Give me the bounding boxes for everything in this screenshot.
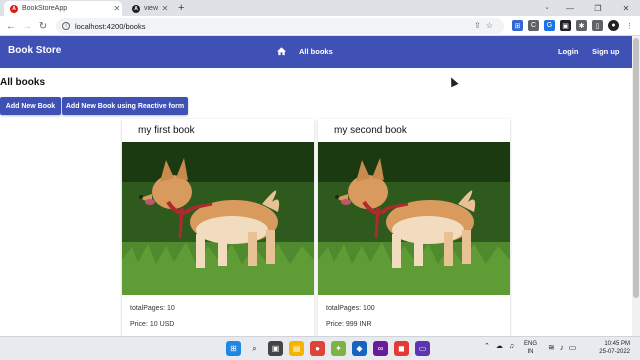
language-code: ENG [524, 341, 538, 347]
chevron-down-icon[interactable]: ⌄ [544, 3, 550, 11]
app-icon[interactable]: ◼ [394, 341, 409, 356]
scrollbar-thumb[interactable] [633, 38, 639, 298]
book-price: Price: 999 INR [326, 321, 372, 328]
book-cover-image [318, 142, 510, 295]
tab-title: view - [144, 5, 160, 12]
close-icon[interactable]: ✕ [160, 4, 170, 13]
region-code: IN [527, 349, 534, 355]
file-explorer-icon[interactable]: ▤ [289, 341, 304, 356]
clock-date: 25-07-2022 [599, 349, 630, 355]
minimize-button[interactable]: — [556, 0, 584, 16]
book-title: my first book [138, 125, 195, 136]
page-scrollbar[interactable] [632, 36, 640, 336]
window-controls: — ❐ ✕ [556, 0, 640, 16]
visual-studio-icon[interactable]: ∞ [373, 341, 388, 356]
book-card[interactable]: my second book totalPages: 100 Price: 99 [318, 119, 510, 339]
windows-start-icon[interactable]: ⊞ [226, 341, 241, 356]
reload-icon[interactable]: ↻ [36, 19, 50, 33]
extension-icon[interactable]: C [528, 20, 539, 31]
brand-title[interactable]: Book Store [8, 45, 61, 56]
address-bar[interactable]: i localhost:4200/books ⇪☆ [56, 18, 504, 34]
book-card[interactable]: my first book totalPages: 10 Price: 10 U [122, 119, 314, 339]
angular-icon: A [10, 4, 18, 13]
new-tab-button[interactable]: + [178, 2, 184, 14]
home-icon[interactable] [276, 46, 287, 57]
volume-icon[interactable]: ♪ [560, 343, 564, 352]
restore-button[interactable]: ❐ [584, 0, 612, 16]
page-title: All books [0, 77, 46, 88]
book-cover-image [122, 142, 314, 295]
share-star-icons[interactable]: ⇪☆ [474, 21, 498, 30]
close-window-button[interactable]: ✕ [612, 0, 640, 16]
angular-icon: A [132, 4, 140, 13]
avatar[interactable]: ● [608, 20, 619, 31]
terminal-icon[interactable]: ▭ [415, 341, 430, 356]
windows-taskbar: ⊞ ⌕ ▣ ▤ ● ✦ ◆ ∞ ◼ ▭ ⌃ ☁ ♫ ENG IN ≋ ♪ ▭ 1… [0, 336, 640, 360]
info-icon[interactable]: i [62, 22, 70, 30]
extension-icons: ⊞ C G ▣ ✱ ▯ ● ⋮ [512, 20, 635, 31]
browser-tab-bar: A BookStoreApp ✕ A view - ✕ + ⌄ — ❐ ✕ [0, 0, 640, 16]
extension-icon[interactable]: ⊞ [512, 20, 523, 31]
signup-link[interactable]: Sign up [592, 47, 620, 56]
forward-arrow-icon[interactable]: → [20, 19, 34, 33]
url-text: localhost:4200/books [75, 21, 146, 31]
book-title: my second book [334, 125, 407, 136]
puzzle-icon[interactable]: ✱ [576, 20, 587, 31]
taskbar-apps: ⊞ ⌕ ▣ ▤ ● ✦ ◆ ∞ ◼ ▭ [226, 341, 430, 356]
battery-icon[interactable]: ▭ [569, 343, 577, 352]
add-new-book-reactive-button[interactable]: Add New Book using Reactive form [62, 97, 188, 115]
back-arrow-icon[interactable]: ← [4, 19, 18, 33]
close-icon[interactable]: ✕ [112, 4, 122, 13]
translate-icon[interactable]: G [544, 20, 555, 31]
sidebar-icon[interactable]: ▯ [592, 20, 603, 31]
login-link[interactable]: Login [558, 47, 578, 56]
chevron-up-icon[interactable]: ⌃ [484, 342, 490, 350]
browser-toolbar: ← → ↻ i localhost:4200/books ⇪☆ ⊞ C G ▣ … [0, 16, 640, 36]
mouse-cursor-icon [447, 75, 459, 88]
more-menu-icon[interactable]: ⋮ [624, 20, 635, 31]
vscode-icon[interactable]: ◆ [352, 341, 367, 356]
system-tray: ⌃ ☁ ♫ [484, 342, 514, 351]
microphone-icon[interactable]: ♫ [509, 343, 514, 350]
tab-title: BookStoreApp [22, 5, 68, 12]
book-total-pages: totalPages: 100 [326, 305, 375, 312]
task-view-icon[interactable]: ▣ [268, 341, 283, 356]
status-icons: ≋ ♪ ▭ [548, 343, 576, 352]
clock[interactable]: 10:45 PM 25-07-2022 [599, 340, 630, 356]
nav-link-all-books[interactable]: All books [299, 47, 333, 56]
extension-icon[interactable]: ▣ [560, 20, 571, 31]
book-price: Price: 10 USD [130, 321, 175, 328]
tab-bookstoreapp[interactable]: A BookStoreApp ✕ [4, 1, 122, 16]
chrome-icon[interactable]: ● [310, 341, 325, 356]
add-new-book-button[interactable]: Add New Book [0, 97, 61, 115]
app-icon[interactable]: ✦ [331, 341, 346, 356]
language-indicator[interactable]: ENG IN [524, 340, 537, 356]
clock-time: 10:45 PM [604, 341, 630, 347]
book-total-pages: totalPages: 10 [130, 305, 175, 312]
search-icon[interactable]: ⌕ [247, 341, 262, 356]
app-navbar: Book Store All books Login Sign up [0, 36, 632, 68]
tab-view[interactable]: A view - ✕ [126, 1, 170, 16]
wifi-icon[interactable]: ≋ [548, 343, 555, 352]
cloud-icon[interactable]: ☁ [496, 342, 503, 350]
